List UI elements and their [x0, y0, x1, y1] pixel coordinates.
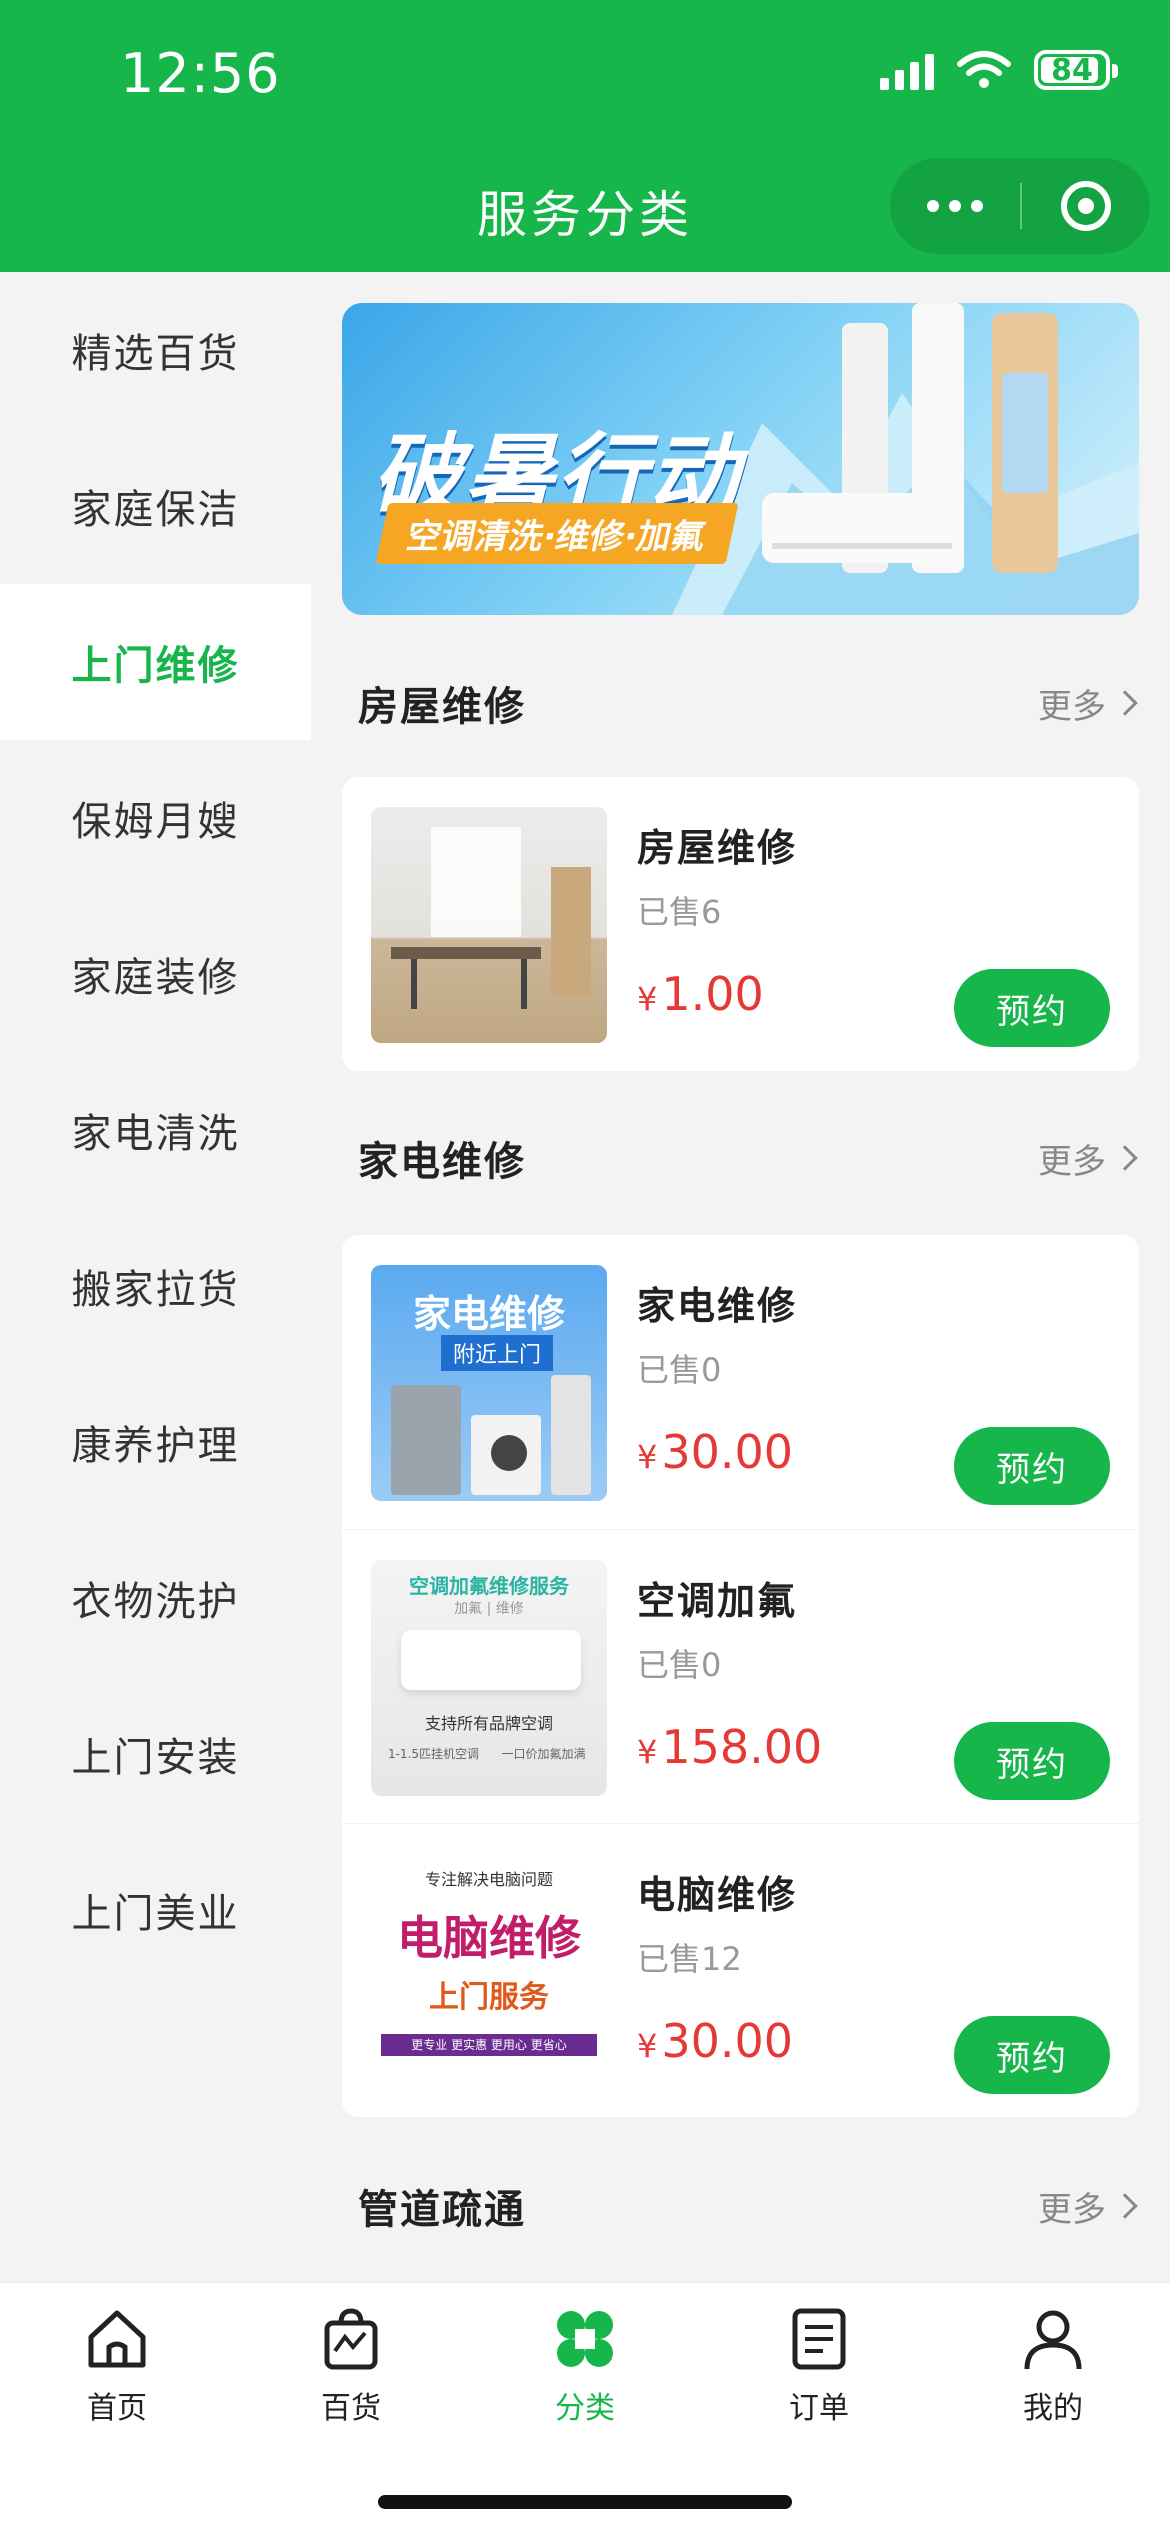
section-header-管道疏通: 管道疏通 更多 — [358, 2170, 1138, 2242]
sidebar-item-精选百货[interactable]: 精选百货 — [0, 272, 311, 428]
product-price: ¥158.00 — [637, 1720, 823, 1774]
product-sold: 已售6 — [637, 893, 722, 931]
product-item[interactable]: 房屋维修 已售6 ¥1.00 预约 — [342, 777, 1139, 1071]
more-link[interactable]: 更多 — [1038, 1134, 1138, 1183]
sidebar-item-保姆月嫂[interactable]: 保姆月嫂 — [0, 740, 311, 896]
section-header-房屋维修: 房屋维修 更多 — [358, 667, 1138, 739]
sidebar-item-上门安装[interactable]: 上门安装 — [0, 1676, 311, 1832]
product-price: ¥30.00 — [637, 2014, 794, 2068]
product-name: 空调加氟 — [637, 1579, 798, 1623]
tab-orders[interactable]: 订单 — [702, 2283, 936, 2453]
more-dots-icon[interactable] — [890, 200, 1020, 212]
product-item[interactable]: 空调加氟维修服务 加氟 | 维修 支持所有品牌空调 1-1.5匹挂机空调 一口价… — [342, 1529, 1139, 1823]
sidebar-item-家庭保洁[interactable]: 家庭保洁 — [0, 428, 311, 584]
more-link[interactable]: 更多 — [1038, 679, 1138, 728]
sidebar-item-衣物洗护[interactable]: 衣物洗护 — [0, 1520, 311, 1676]
promo-banner[interactable]: 破暑行动 空调清洗·维修·加氟 — [342, 303, 1139, 615]
home-indicator — [378, 2495, 792, 2509]
book-button[interactable]: 预约 — [954, 1427, 1110, 1505]
tab-shop[interactable]: 百货 — [234, 2283, 468, 2453]
section-header-家电维修: 家电维修 更多 — [358, 1122, 1138, 1194]
tab-label: 百货 — [321, 2391, 381, 2426]
book-button[interactable]: 预约 — [954, 969, 1110, 1047]
tab-category[interactable]: 分类 — [468, 2283, 702, 2453]
chevron-right-icon — [1112, 1145, 1138, 1171]
home-icon — [88, 2310, 146, 2368]
product-thumbnail: 专注解决电脑问题 电脑维修 上门服务 更专业 更实惠 更用心 更省心 — [371, 1854, 607, 2090]
book-button[interactable]: 预约 — [954, 2016, 1110, 2094]
product-price: ¥30.00 — [637, 1425, 794, 1479]
shopping-bag-icon — [324, 2308, 378, 2370]
banner-subtitle: 空调清洗·维修·加氟 — [375, 503, 739, 564]
product-name: 电脑维修 — [637, 1873, 798, 1917]
category-icon — [557, 2311, 613, 2367]
order-icon — [792, 2308, 846, 2370]
product-thumbnail — [371, 807, 607, 1043]
wifi-icon — [957, 51, 1011, 88]
section-title: 房屋维修 — [358, 684, 526, 730]
product-thumbnail: 家电维修 附近上门 — [371, 1265, 607, 1501]
sidebar-item-家庭装修[interactable]: 家庭装修 — [0, 896, 311, 1052]
sidebar-item-家电清洗[interactable]: 家电清洗 — [0, 1052, 311, 1208]
header: 12:56 84 服务分类 — [0, 0, 1170, 272]
tab-label: 我的 — [1023, 2391, 1083, 2426]
product-sold: 已售0 — [637, 1351, 722, 1389]
sidebar-item-搬家拉货[interactable]: 搬家拉货 — [0, 1208, 311, 1364]
tab-label: 分类 — [555, 2391, 615, 2426]
status-time: 12:56 — [120, 42, 281, 105]
battery-level: 84 — [1051, 52, 1093, 88]
product-card: 房屋维修 已售6 ¥1.00 预约 — [342, 777, 1139, 1071]
tab-label: 首页 — [87, 2391, 147, 2426]
status-icons: 84 — [880, 50, 1118, 90]
close-miniprogram-icon[interactable] — [1022, 181, 1150, 231]
signal-icon — [880, 50, 934, 90]
product-sold: 已售12 — [637, 1940, 742, 1978]
product-item[interactable]: 家电维修 附近上门 家电维修 已售0 ¥30.00 预约 — [342, 1235, 1139, 1529]
product-item[interactable]: 专注解决电脑问题 电脑维修 上门服务 更专业 更实惠 更用心 更省心 电脑维修 … — [342, 1823, 1139, 2117]
product-sold: 已售0 — [637, 1646, 722, 1684]
battery-icon: 84 — [1034, 50, 1118, 90]
category-sidebar: 精选百货 家庭保洁 上门维修 保姆月嫂 家庭装修 家电清洗 搬家拉货 康养护理 … — [0, 272, 311, 2282]
section-title: 管道疏通 — [358, 2187, 526, 2233]
profile-icon — [1024, 2310, 1082, 2370]
sidebar-item-上门美业[interactable]: 上门美业 — [0, 1832, 311, 1988]
tab-label: 订单 — [789, 2391, 849, 2426]
more-link[interactable]: 更多 — [1038, 2182, 1138, 2231]
book-button[interactable]: 预约 — [954, 1722, 1110, 1800]
product-card: 家电维修 附近上门 家电维修 已售0 ¥30.00 预约 空调加氟维修服务 加氟… — [342, 1235, 1139, 2117]
chevron-right-icon — [1112, 2193, 1138, 2219]
product-thumbnail: 空调加氟维修服务 加氟 | 维修 支持所有品牌空调 1-1.5匹挂机空调 一口价… — [371, 1560, 607, 1796]
product-name: 家电维修 — [637, 1284, 798, 1328]
tab-profile[interactable]: 我的 — [936, 2283, 1170, 2453]
product-price: ¥1.00 — [637, 967, 764, 1021]
main-content: 破暑行动 空调清洗·维修·加氟 房屋维修 更多 房屋维修 已售6 ¥1.00 预… — [311, 272, 1170, 2282]
tab-home[interactable]: 首页 — [0, 2283, 234, 2453]
sidebar-item-康养护理[interactable]: 康养护理 — [0, 1364, 311, 1520]
chevron-right-icon — [1112, 690, 1138, 716]
product-name: 房屋维修 — [637, 826, 798, 870]
mini-program-capsule — [890, 158, 1150, 254]
section-title: 家电维修 — [358, 1139, 526, 1185]
bottom-tabbar: 首页 百货 分类 订单 我的 — [0, 2282, 1170, 2532]
sidebar-item-上门维修[interactable]: 上门维修 — [0, 584, 311, 740]
